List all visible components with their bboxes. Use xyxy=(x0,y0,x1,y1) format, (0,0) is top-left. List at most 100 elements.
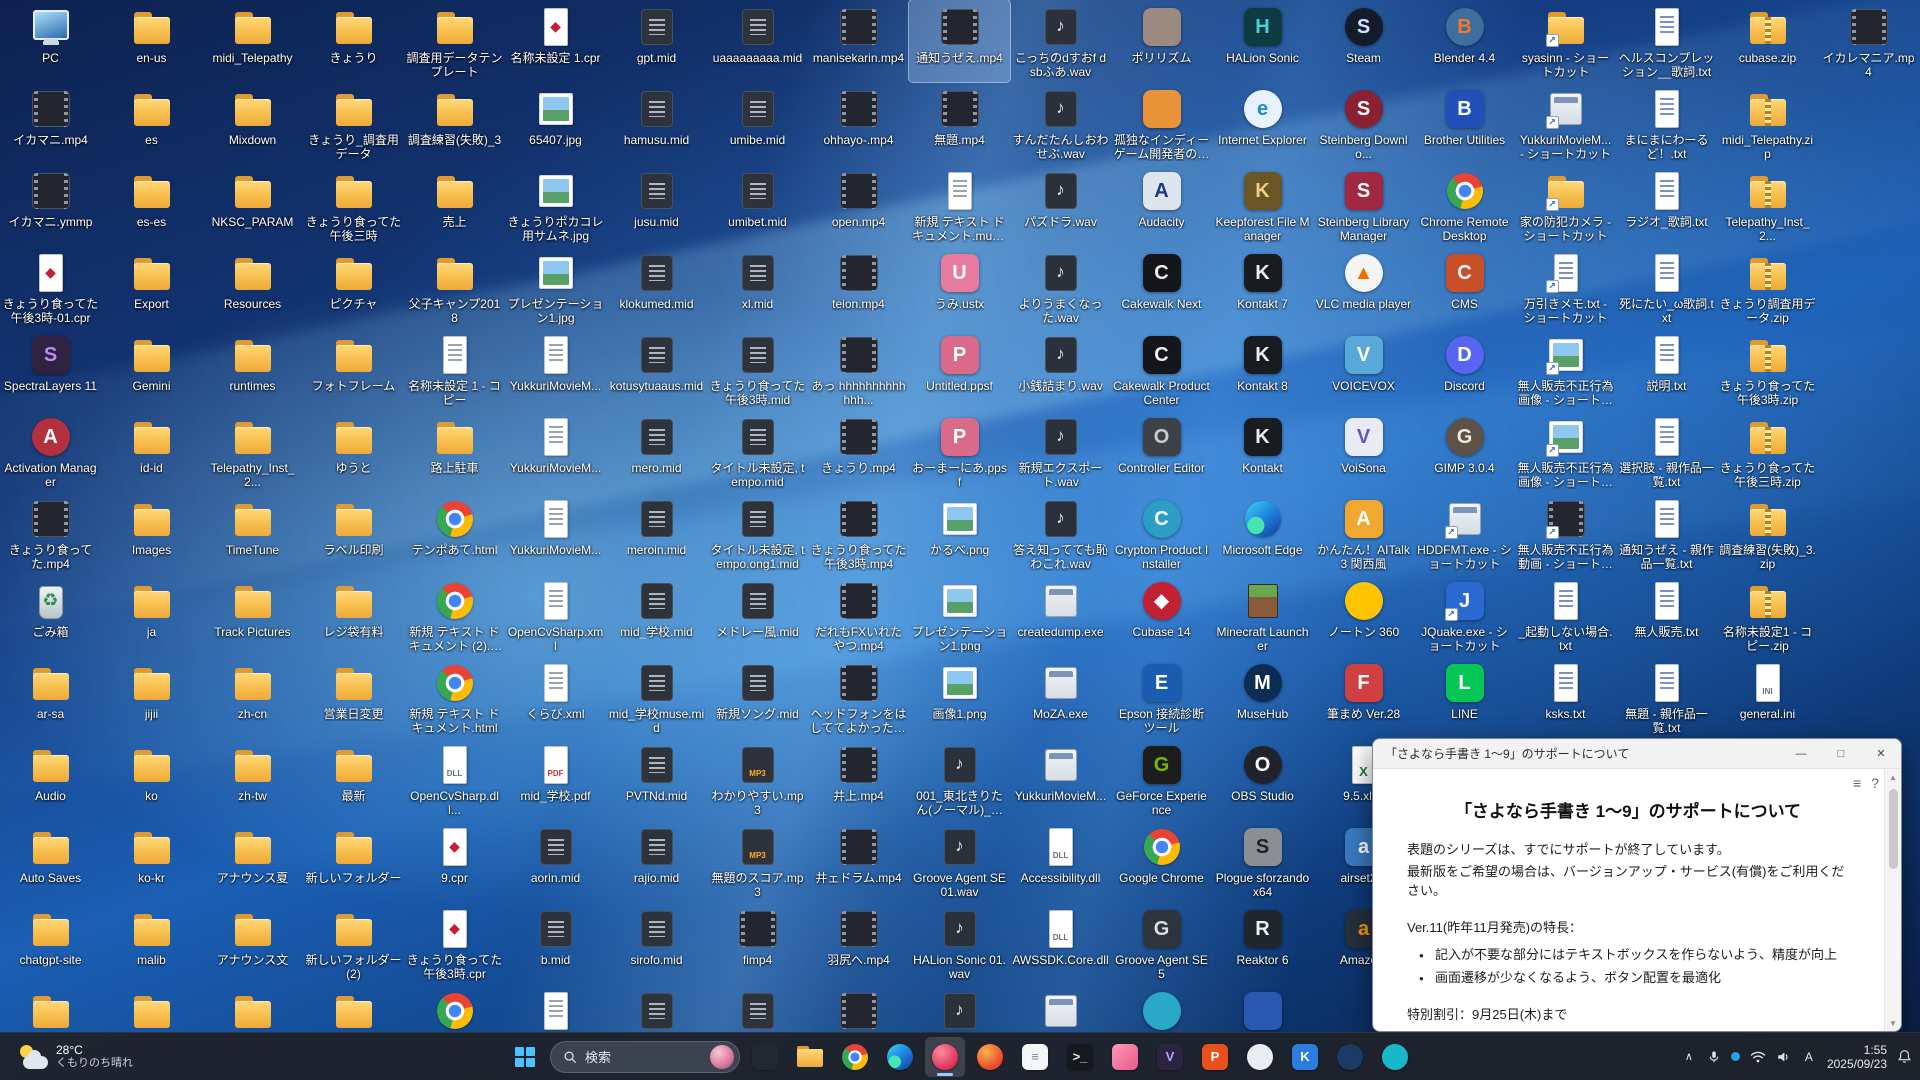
taskbar-app-chrome[interactable] xyxy=(835,1037,875,1077)
dialog-scrollbar[interactable]: ▲ ▼ xyxy=(1884,769,1901,1031)
desktop-icon[interactable] xyxy=(707,984,808,1032)
desktop-icon[interactable]: KKontakt 7 xyxy=(1212,246,1313,328)
desktop-icon[interactable]: YukkuriMovieM... - ショートカット xyxy=(1515,82,1616,164)
wifi-icon[interactable] xyxy=(1750,1050,1766,1064)
desktop-icon[interactable]: en-us xyxy=(101,0,202,82)
desktop-icon[interactable]: きょうり食ってた午後3時.cpr xyxy=(404,902,505,984)
volume-icon[interactable] xyxy=(1776,1050,1791,1064)
taskbar-app-p-app[interactable]: P xyxy=(1195,1037,1235,1077)
desktop-icon[interactable]: 65407.jpg xyxy=(505,82,606,164)
desktop-icon[interactable]: meroin.mid xyxy=(606,492,707,574)
desktop-icon[interactable]: Resources xyxy=(202,246,303,328)
desktop-icon[interactable]: 新しいフォルダー (2) xyxy=(303,902,404,984)
desktop-icon[interactable]: ラジオ_歌詞.txt xyxy=(1616,164,1717,246)
desktop-icon[interactable]: YukkuriMovieM... xyxy=(505,492,606,574)
desktop-icon[interactable]: es-es xyxy=(101,164,202,246)
desktop-icon[interactable]: ar-sa xyxy=(0,656,101,738)
desktop-icon[interactable]: createdump.exe xyxy=(1010,574,1111,656)
desktop-icon[interactable]: よりうまくなった.wav xyxy=(1010,246,1111,328)
desktop-icon[interactable]: あっ hhhhhhhhhhhhh... xyxy=(808,328,909,410)
desktop-icon[interactable]: BBrother Utilities xyxy=(1414,82,1515,164)
desktop-icon[interactable]: 売上 xyxy=(404,164,505,246)
desktop-icon[interactable]: きょうりポカコレ用サムネ.jpg xyxy=(505,164,606,246)
desktop-icon[interactable]: 無人販売不正行為 画像 - ショートカット xyxy=(1515,410,1616,492)
desktop-icon[interactable]: aorin.mid xyxy=(505,820,606,902)
desktop-icon[interactable]: RReaktor 6 xyxy=(1212,902,1313,984)
desktop-icon[interactable]: SSteam xyxy=(1313,0,1414,82)
desktop-icon[interactable]: rajio.mid xyxy=(606,820,707,902)
desktop-icon[interactable]: プレゼンテーション1.jpg xyxy=(505,246,606,328)
taskbar-app-pink-media-app[interactable] xyxy=(1105,1037,1145,1077)
desktop-icon[interactable]: 無題 - 親作品一覧.txt xyxy=(1616,656,1717,738)
desktop-icon[interactable]: 井上.mp4 xyxy=(808,738,909,820)
desktop-icon[interactable]: きょうり食ってた午後3時.mid xyxy=(707,328,808,410)
desktop-icon[interactable]: きょうり食ってた午後3時-01.cpr xyxy=(0,246,101,328)
desktop-icon[interactable]: chatgpt-site xyxy=(0,902,101,984)
taskbar-app-active-pink-app[interactable] xyxy=(925,1037,965,1077)
desktop-icon[interactable]: ksks.txt xyxy=(1515,656,1616,738)
desktop-icon[interactable] xyxy=(1111,984,1212,1032)
taskbar-search[interactable]: 検索 xyxy=(550,1041,740,1073)
desktop-icon[interactable]: zh-cn xyxy=(202,656,303,738)
desktop-icon[interactable]: umibe.mid xyxy=(707,82,808,164)
desktop-icon[interactable]: 調査練習(失敗)_3.zip xyxy=(1717,492,1818,574)
desktop-icon[interactable]: 答え知ってても恥わこれ.wav xyxy=(1010,492,1111,574)
desktop-icon[interactable]: manisekarin.mp4 xyxy=(808,0,909,82)
start-button[interactable] xyxy=(505,1037,545,1077)
desktop-icon[interactable]: cubase.zip xyxy=(1717,0,1818,82)
desktop-icon[interactable]: PC xyxy=(0,0,101,82)
desktop-icon[interactable]: gpt.mid xyxy=(606,0,707,82)
desktop-icon[interactable]: EEpson 接続診断ツール xyxy=(1111,656,1212,738)
desktop-icon[interactable]: es xyxy=(101,82,202,164)
desktop-icon[interactable]: Mixdown xyxy=(202,82,303,164)
desktop-icon[interactable]: Accessibility.dll xyxy=(1010,820,1111,902)
desktop-icon[interactable]: プレゼンテーション1.png xyxy=(909,574,1010,656)
desktop-icon[interactable]: かるべ.png xyxy=(909,492,1010,574)
desktop-icon[interactable]: Google Chrome xyxy=(1111,820,1212,902)
weather-widget[interactable]: 28°C くもりのち晴れ xyxy=(8,1033,143,1080)
desktop-icon[interactable]: mid_学校muse.mid xyxy=(606,656,707,738)
desktop-icon[interactable]: midi_Telepathy xyxy=(202,0,303,82)
scroll-down-arrow[interactable]: ▼ xyxy=(1885,1015,1901,1031)
desktop-icon[interactable] xyxy=(0,984,101,1032)
desktop-icon[interactable]: 無人販売.txt xyxy=(1616,574,1717,656)
desktop-icon[interactable]: 無人販売不正行為 画像 - ショートカット xyxy=(1515,328,1616,410)
desktop-icon[interactable]: OpenCvSharp.xml xyxy=(505,574,606,656)
desktop-icon[interactable]: GGeForce Experience xyxy=(1111,738,1212,820)
desktop-icon[interactable]: SPlogue sforzando x64 xyxy=(1212,820,1313,902)
desktop-icon[interactable]: Images xyxy=(101,492,202,574)
desktop-icon[interactable]: YukkuriMovieM... xyxy=(505,410,606,492)
desktop-icon[interactable]: jijii xyxy=(101,656,202,738)
desktop-icon[interactable] xyxy=(606,984,707,1032)
desktop-icon[interactable]: uaaaaaaaaa.mid xyxy=(707,0,808,82)
desktop-icon[interactable]: AActivation Manager xyxy=(0,410,101,492)
desktop-icon[interactable]: アナウンス文 xyxy=(202,902,303,984)
desktop-icon[interactable]: きょうり xyxy=(303,0,404,82)
taskbar-app-firefox[interactable] xyxy=(970,1037,1010,1077)
desktop-icon[interactable]: 名称未設定1 - コピー.zip xyxy=(1717,574,1818,656)
desktop-icon[interactable]: CCrypton Product Installer xyxy=(1111,492,1212,574)
scroll-thumb[interactable] xyxy=(1889,789,1898,869)
desktop-icon[interactable]: こっちのdすおf dsbふあ.wav xyxy=(1010,0,1111,82)
desktop-icon[interactable]: パズドラ.wav xyxy=(1010,164,1111,246)
desktop-icon[interactable]: midi_Telepathy.zip xyxy=(1717,82,1818,164)
desktop-icon[interactable]: 通知うぜえ.mp4 xyxy=(909,0,1010,82)
desktop-icon[interactable]: タイトル未設定, tempo.ong1.mid xyxy=(707,492,808,574)
desktop-icon[interactable]: 路上駐車 xyxy=(404,410,505,492)
desktop-icon[interactable]: KKeepforest File Manager xyxy=(1212,164,1313,246)
desktop-icon[interactable]: OController Editor xyxy=(1111,410,1212,492)
desktop-icon[interactable]: HDDFMT.exe - ショートカット xyxy=(1414,492,1515,574)
desktop-icon[interactable]: hamusu.mid xyxy=(606,82,707,164)
close-button[interactable]: ✕ xyxy=(1861,739,1901,768)
taskbar-app-file-explorer[interactable] xyxy=(790,1037,830,1077)
desktop-icon[interactable]: VVoiSona xyxy=(1313,410,1414,492)
desktop-icon[interactable]: general.ini xyxy=(1717,656,1818,738)
desktop-icon[interactable]: きょうり食ってた.mp4 xyxy=(0,492,101,574)
desktop-icon[interactable]: 新しいフォルダー xyxy=(303,820,404,902)
desktop-icon[interactable]: きょうり調査用データ.zip xyxy=(1717,246,1818,328)
tray-status-dot[interactable] xyxy=(1731,1052,1740,1061)
desktop-icon[interactable]: 新規エクスポート.wav xyxy=(1010,410,1111,492)
taskbar-app-light-app[interactable] xyxy=(1240,1037,1280,1077)
desktop-icon[interactable]: Microsoft Edge xyxy=(1212,492,1313,574)
desktop-icon[interactable]: GGIMP 3.0.4 xyxy=(1414,410,1515,492)
